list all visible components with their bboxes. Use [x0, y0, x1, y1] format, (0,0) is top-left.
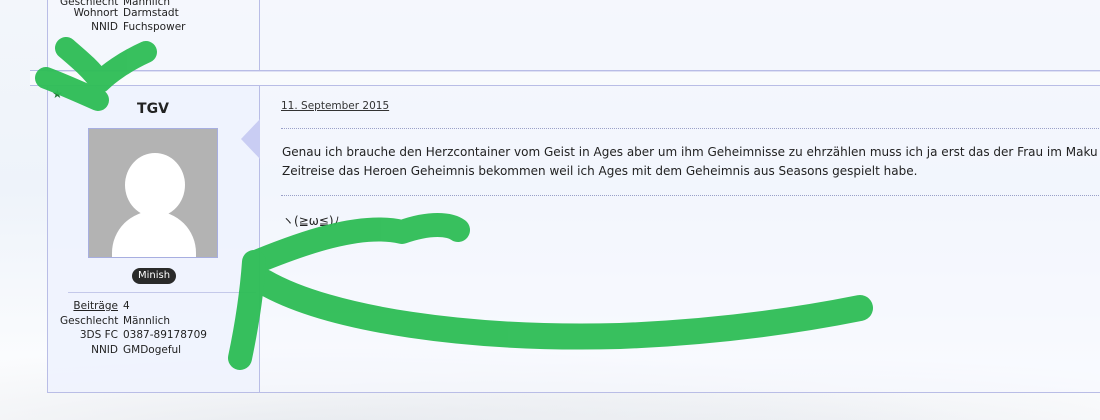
post-date-link[interactable]: 11. September 2015	[281, 100, 389, 112]
avatar[interactable]	[88, 128, 218, 258]
gender-row: Geschlecht Männlich	[60, 314, 240, 329]
nnid-value: GMDogeful	[123, 344, 182, 356]
post-body-line: Genau ich brauche den Herzcontainer vom …	[282, 145, 1100, 159]
avatar-head-shape	[125, 153, 185, 217]
previous-nnid-value: Fuchspower	[123, 21, 186, 33]
previous-location-value: Darmstadt	[123, 7, 179, 19]
speech-pointer	[241, 119, 260, 159]
friend-code-value: 0387-89178709	[123, 329, 207, 341]
sidebar-divider	[68, 292, 256, 293]
previous-location-label: Wohnort	[73, 7, 118, 19]
star-icon: ★	[52, 87, 63, 101]
post-signature: ヽ(≧ω≦)ﾉ	[282, 214, 340, 228]
post-username[interactable]: TGV	[47, 101, 259, 117]
post-body-line: Zeitreise das Heroen Geheimnis bekommen …	[282, 164, 918, 178]
previous-location-row: Wohnort Darmstadt	[60, 6, 240, 21]
post-body: Genau ich brauche den Herzcontainer vom …	[282, 143, 1100, 181]
dotted-divider-signature	[281, 195, 1100, 196]
gender-label: Geschlecht	[60, 315, 119, 327]
previous-nnid-row: NNID Fuchspower	[60, 20, 240, 35]
friend-code-label: 3DS FC	[79, 329, 118, 341]
friend-code-row: 3DS FC 0387-89178709	[60, 328, 240, 343]
nnid-row: NNID GMDogeful	[60, 343, 240, 358]
previous-nnid-label: NNID	[91, 21, 118, 33]
rank-badge: Minish	[132, 268, 177, 284]
posts-count-link[interactable]: Beiträge	[60, 299, 118, 314]
dotted-divider-top	[281, 128, 1100, 129]
posts-count-row: Beiträge 4	[60, 299, 240, 314]
gender-value: Männlich	[123, 315, 171, 327]
post-separator	[30, 70, 1100, 86]
nnid-label: NNID	[91, 344, 118, 356]
avatar-body-shape	[112, 211, 196, 257]
posts-count-value: 4	[123, 300, 130, 312]
